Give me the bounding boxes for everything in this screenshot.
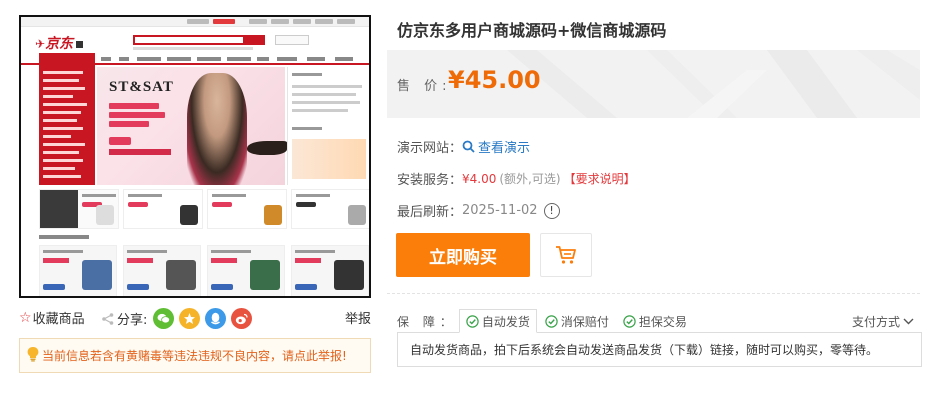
- star-icon: ☆: [19, 309, 32, 326]
- guarantee-tag-label: 担保交易: [638, 314, 687, 329]
- thumb-search-button: [245, 35, 265, 45]
- guarantee-tag-compensation[interactable]: 消保赔付: [539, 309, 615, 333]
- guarantee-tag-auto-delivery[interactable]: 自动发货: [458, 309, 537, 333]
- share-icon: [101, 312, 115, 326]
- demo-link[interactable]: 查看演示: [462, 137, 530, 156]
- payment-methods-dropdown[interactable]: 支付方式: [852, 313, 914, 330]
- thumb-category-head: [39, 53, 95, 65]
- favorite-button[interactable]: ☆ 收藏商品: [19, 308, 85, 328]
- check-icon: [466, 314, 479, 328]
- share-group: 分享:: [101, 308, 257, 329]
- thumb-promo-cards: [39, 189, 369, 229]
- thumb-category-menu: [39, 65, 95, 185]
- product-actions: ☆ 收藏商品 分享: 举报: [19, 306, 371, 329]
- refresh-label: 最后刷新：: [397, 205, 463, 220]
- share-label: 分享:: [117, 313, 148, 328]
- thumb-topbar: [21, 17, 369, 27]
- demo-row: 演示网站： 查看演示: [397, 137, 530, 156]
- report-notice[interactable]: 当前信息若含有黄赌毒等违法违规不良内容，请点此举报!: [19, 338, 371, 373]
- install-row: 安装服务： ¥4.00 (额外,可选) 【要求说明】: [397, 169, 636, 189]
- thumb-hotwords: [133, 47, 253, 50]
- guarantee-description: 自动发货商品，拍下后系统会自动发送商品发货（下载）链接，随时可以购买，零等待。: [397, 332, 922, 367]
- add-to-cart-button[interactable]: [540, 233, 592, 277]
- guarantee-tag-label: 消保赔付: [560, 314, 609, 329]
- buy-now-button[interactable]: 立即购买: [396, 233, 530, 277]
- guarantee-tag-escrow[interactable]: 担保交易: [617, 309, 693, 333]
- price-label: 售 价:: [397, 79, 447, 94]
- report-link[interactable]: 举报: [345, 308, 371, 327]
- qq-icon[interactable]: [205, 308, 227, 329]
- install-requirements-link[interactable]: 【要求说明】: [564, 170, 636, 187]
- report-notice-text: 当前信息若含有黄赌毒等违法违规不良内容，请点此举报!: [42, 349, 347, 363]
- thumb-section-title: [39, 235, 89, 239]
- refresh-date: 2025-11-02: [462, 203, 538, 218]
- info-icon[interactable]: !: [543, 202, 560, 219]
- install-note: (额外,可选): [499, 172, 561, 186]
- install-price: ¥4.00: [462, 171, 497, 186]
- cart-icon: [556, 246, 576, 264]
- guarantee-bar: 保 障： 自动发货 消保赔付 担保交易 支付方式: [397, 309, 920, 333]
- thumb-search: [133, 35, 245, 45]
- guarantee-label: 保 障：: [397, 314, 457, 329]
- demo-link-label: 查看演示: [478, 141, 531, 156]
- install-label: 安装服务：: [397, 173, 463, 188]
- thumb-cart: [275, 35, 309, 45]
- thumb-side-panel: [287, 67, 369, 185]
- thumb-banner: ST&SAT: [97, 67, 287, 185]
- price-box: 售 价: ¥45.00: [387, 50, 920, 118]
- check-icon: [623, 314, 636, 328]
- divider: [387, 293, 920, 294]
- check-icon: [545, 314, 558, 328]
- wechat-icon[interactable]: [153, 308, 175, 329]
- demo-label: 演示网站：: [397, 141, 463, 156]
- refresh-row: 最后刷新： 2025-11-02 !: [397, 201, 560, 220]
- payment-methods-label: 支付方式: [851, 315, 900, 329]
- product-title: 仿京东多用户商城源码+微信商城源码: [397, 21, 667, 40]
- search-icon: [462, 140, 475, 153]
- favorite-label: 收藏商品: [32, 312, 85, 327]
- weibo-icon[interactable]: [231, 308, 253, 329]
- thumb-logo: ✈京东: [35, 33, 89, 51]
- qzone-icon[interactable]: [179, 308, 201, 329]
- price-value: ¥45.00: [448, 66, 541, 94]
- thumb-product-row: [39, 245, 369, 296]
- product-thumbnail[interactable]: ✈京东 ST&SAT: [19, 15, 371, 298]
- lightbulb-icon: [26, 346, 40, 365]
- chevron-down-icon: [903, 318, 914, 325]
- guarantee-tag-label: 自动发货: [481, 314, 530, 329]
